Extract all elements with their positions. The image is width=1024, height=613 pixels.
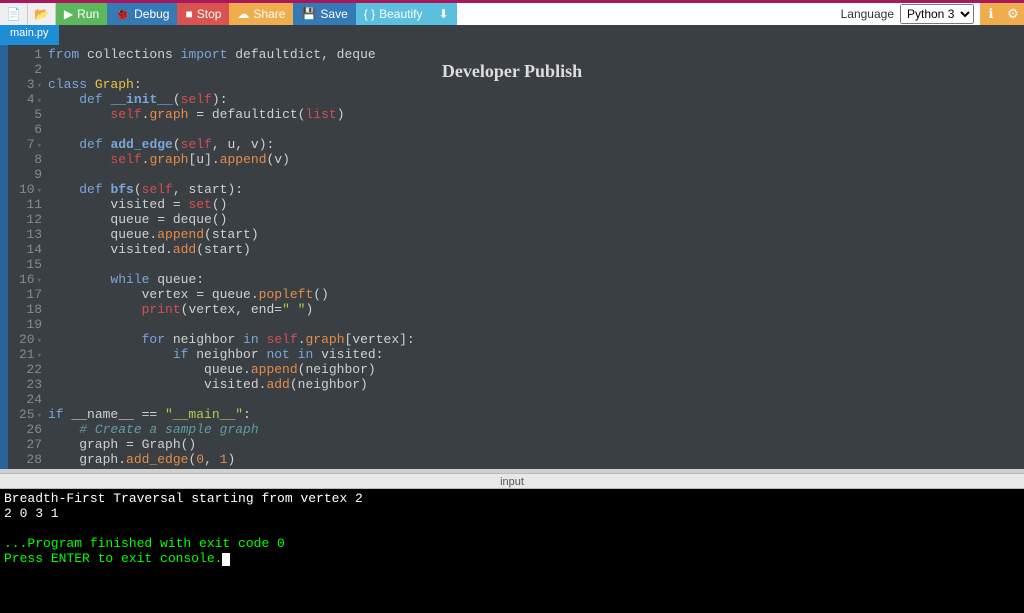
console-cursor — [222, 553, 230, 566]
beautify-button[interactable]: { } Beautify — [356, 3, 431, 25]
console-line: ...Program finished with exit code 0 — [4, 536, 285, 551]
info-button[interactable]: ℹ — [980, 3, 1002, 25]
share-icon: ☁ — [237, 7, 249, 21]
line-gutter: 123▾4▾567▾8910▾111213141516▾17181920▾21▾… — [8, 45, 48, 469]
run-label: Run — [77, 7, 99, 21]
editor[interactable]: 123▾4▾567▾8910▾111213141516▾17181920▾21▾… — [0, 45, 1024, 469]
console-line: Press ENTER to exit console. — [4, 551, 222, 566]
download-icon: ⬇ — [438, 7, 448, 21]
gear-icon: ⚙ — [1007, 6, 1019, 22]
console-line: Breadth-First Traversal starting from ve… — [4, 491, 363, 506]
tab-bar: main.py — [0, 25, 1024, 45]
editor-left-strip — [0, 45, 8, 469]
open-file-button[interactable]: 📂 — [28, 3, 56, 25]
info-icon: ℹ — [989, 6, 994, 22]
toolbar: 📄 📂 ▶ Run 🐞 Debug ■ Stop ☁ Share 💾 Save { } Be… — [0, 3, 1024, 25]
debug-button[interactable]: 🐞 Debug — [107, 3, 177, 25]
language-selector: Language Python 3 — [835, 3, 980, 25]
beautify-label: Beautify — [379, 7, 422, 21]
share-label: Share — [253, 7, 285, 21]
tab-main-py[interactable]: main.py — [0, 25, 59, 45]
stop-label: Stop — [197, 7, 222, 21]
save-icon: 💾 — [301, 7, 316, 21]
download-button[interactable]: ⬇ — [430, 3, 456, 25]
console-output[interactable]: Breadth-First Traversal starting from ve… — [0, 489, 1024, 613]
code-content[interactable]: from collections import defaultdict, deq… — [48, 45, 1024, 469]
save-label: Save — [320, 7, 347, 21]
braces-icon: { } — [364, 7, 375, 21]
new-file-button[interactable]: 📄 — [0, 3, 28, 25]
language-select[interactable]: Python 3 — [900, 4, 974, 24]
stop-icon: ■ — [185, 7, 192, 21]
run-button[interactable]: ▶ Run — [56, 3, 107, 25]
stop-button[interactable]: ■ Stop — [177, 3, 229, 25]
debug-label: Debug — [134, 7, 169, 21]
save-button[interactable]: 💾 Save — [293, 3, 355, 25]
share-button[interactable]: ☁ Share — [229, 3, 293, 25]
bug-icon: 🐞 — [115, 7, 130, 21]
console-line: 2 0 3 1 — [4, 506, 66, 521]
language-label: Language — [841, 7, 894, 21]
play-icon: ▶ — [64, 7, 73, 21]
settings-button[interactable]: ⚙ — [1002, 3, 1024, 25]
input-label: input — [0, 473, 1024, 489]
